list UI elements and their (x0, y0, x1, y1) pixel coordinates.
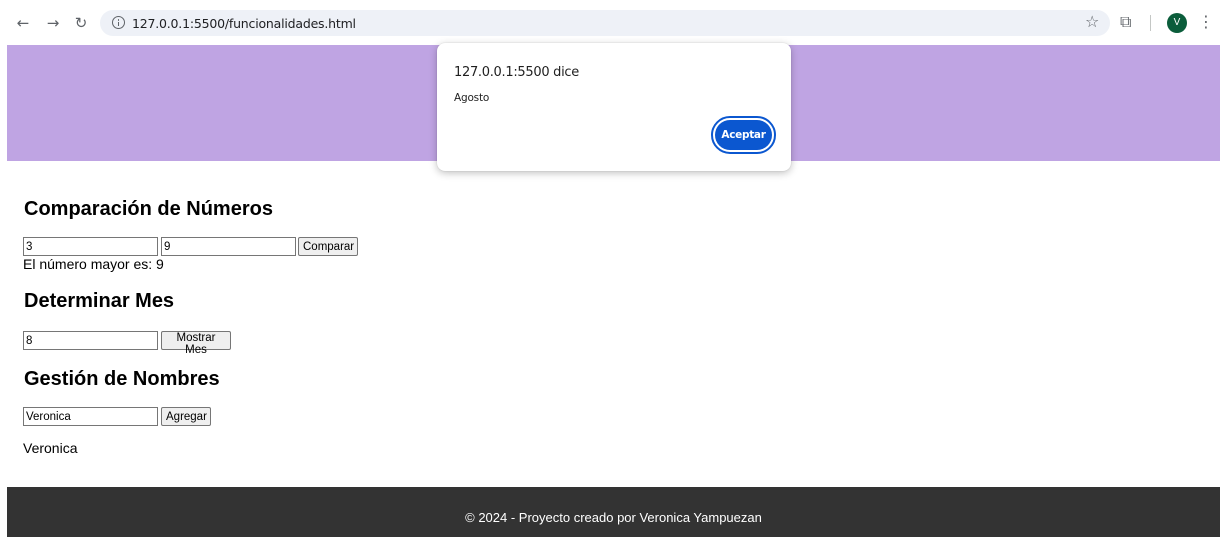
url-text: 127.0.0.1:5500/funcionalidades.html (132, 16, 356, 31)
toolbar-divider (1150, 15, 1151, 31)
show-month-button[interactable]: Mostrar Mes (161, 331, 231, 356)
add-name-button[interactable]: Agregar (161, 407, 211, 426)
forward-arrow-icon[interactable]: → (44, 14, 62, 32)
alert-dialog: 127.0.0.1:5500 dice Agosto Aceptar (437, 43, 791, 171)
reload-icon[interactable]: ↻ (72, 14, 90, 32)
compare-button[interactable]: Comparar (298, 237, 358, 256)
month-input[interactable] (23, 331, 158, 350)
page-footer: © 2024 - Proyecto creado por Veronica Ya… (7, 487, 1220, 537)
dialog-button-focus-ring: Aceptar (711, 116, 776, 154)
month-title: Determinar Mes (24, 290, 175, 312)
number-input-2[interactable] (161, 237, 296, 256)
comparison-result: El número mayor es: 9 (23, 256, 164, 272)
footer-text: © 2024 - Proyecto creado por Veronica Ya… (465, 510, 762, 525)
name-input[interactable] (23, 407, 158, 426)
accept-button[interactable]: Aceptar (715, 120, 772, 150)
comparison-title: Comparación de Números (24, 198, 273, 220)
names-title: Gestión de Nombres (24, 368, 220, 390)
browser-toolbar: ← → ↻ 127.0.0.1:5500/funcionalidades.htm… (0, 0, 1224, 45)
avatar[interactable]: V (1167, 13, 1187, 33)
kebab-menu-icon[interactable]: ⋮ (1198, 13, 1214, 31)
back-arrow-icon[interactable]: ← (14, 14, 32, 32)
star-icon[interactable]: ☆ (1085, 13, 1099, 31)
info-icon[interactable] (112, 16, 125, 29)
puzzle-icon[interactable]: ⧉ (1120, 13, 1131, 31)
dialog-title: 127.0.0.1:5500 dice (454, 65, 579, 80)
dialog-message: Agosto (454, 92, 490, 104)
address-bar[interactable]: 127.0.0.1:5500/funcionalidades.html (100, 10, 1110, 36)
number-input-1[interactable] (23, 237, 158, 256)
name-list-item: Veronica (23, 440, 78, 456)
